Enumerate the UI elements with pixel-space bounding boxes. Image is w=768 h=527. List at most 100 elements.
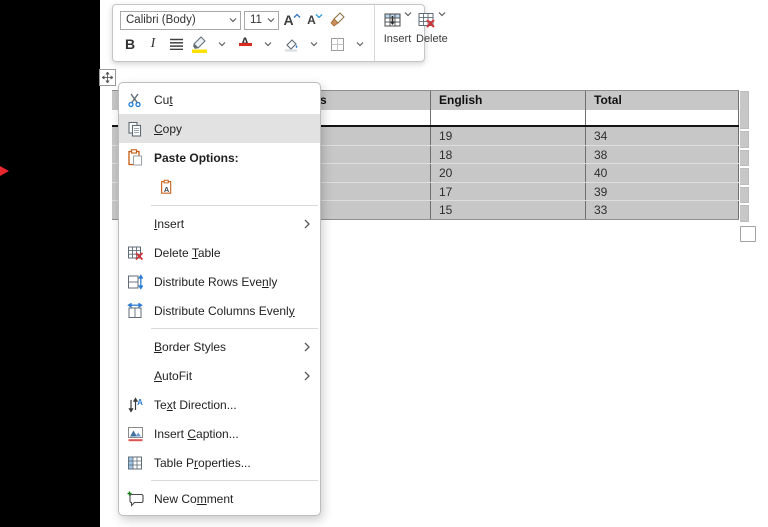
menu-item-delete-table[interactable]: Delete Table bbox=[119, 238, 320, 267]
shrink-font-button[interactable]: A bbox=[305, 10, 325, 30]
menu-separator bbox=[151, 328, 318, 329]
font-color-button[interactable]: A bbox=[235, 34, 255, 54]
menu-item-copy[interactable]: Copy bbox=[119, 114, 320, 143]
clipboard-keep-text-icon: A bbox=[161, 179, 172, 194]
empty-cell[interactable] bbox=[430, 110, 585, 125]
italic-button[interactable]: I bbox=[143, 34, 163, 54]
new-comment-icon bbox=[125, 491, 145, 507]
header-cell-total[interactable]: Total bbox=[585, 91, 739, 110]
shading-button[interactable] bbox=[281, 34, 301, 54]
menu-label: Copy bbox=[154, 121, 183, 136]
format-painter-icon bbox=[330, 12, 345, 27]
text-direction-icon: A bbox=[125, 396, 145, 413]
submenu-chevron-icon bbox=[304, 219, 310, 229]
cell-english[interactable]: 18 bbox=[430, 145, 585, 163]
menu-label: New Comment bbox=[154, 491, 234, 506]
word-document-canvas: s English Total 19 34 18 38 20 40 17 39 bbox=[0, 0, 768, 527]
menu-label: Delete Table bbox=[154, 245, 221, 260]
red-annotation-arrow bbox=[0, 166, 9, 176]
table-context-menu: Cut Copy Paste Options: A Insert Delete … bbox=[118, 82, 321, 516]
menu-item-autofit[interactable]: AutoFit bbox=[119, 361, 320, 390]
cell-english[interactable]: 17 bbox=[430, 182, 585, 200]
delete-button[interactable]: Delete bbox=[416, 11, 448, 58]
mini-formatting-toolbar: Calibri (Body) 11 A A B I A Insert Delet… bbox=[112, 4, 448, 62]
delete-table-icon bbox=[418, 13, 436, 28]
font-color-bar bbox=[238, 42, 252, 47]
cell-english[interactable]: 19 bbox=[430, 127, 585, 145]
cell-total[interactable]: 33 bbox=[585, 201, 739, 219]
cell-total[interactable]: 40 bbox=[585, 164, 739, 182]
menu-item-paste-options: Paste Options: bbox=[119, 143, 320, 172]
menu-item-text-direction[interactable]: A Text Direction... bbox=[119, 390, 320, 419]
menu-item-distribute-rows[interactable]: Distribute Rows Evenly bbox=[119, 267, 320, 296]
chevron-down-icon bbox=[218, 42, 226, 47]
empty-cell[interactable] bbox=[585, 110, 739, 125]
menu-item-insert-caption[interactable]: Insert Caption... bbox=[119, 419, 320, 448]
menu-label: AutoFit bbox=[154, 368, 193, 383]
cell-total[interactable]: 39 bbox=[585, 182, 739, 200]
cell-total[interactable]: 38 bbox=[585, 145, 739, 163]
font-name-combobox[interactable]: Calibri (Body) bbox=[120, 10, 241, 30]
end-mark bbox=[740, 205, 749, 222]
distribute-columns-icon bbox=[125, 302, 145, 319]
cell-english[interactable]: 20 bbox=[430, 164, 585, 182]
cell-english[interactable]: 15 bbox=[430, 201, 585, 219]
menu-item-insert[interactable]: Insert bbox=[119, 209, 320, 238]
paste-keep-text-only-button[interactable]: A bbox=[154, 174, 180, 200]
menu-separator bbox=[151, 480, 318, 481]
svg-text:A: A bbox=[137, 398, 143, 407]
delete-table-icon bbox=[125, 245, 145, 261]
end-mark bbox=[740, 131, 749, 148]
end-mark bbox=[740, 91, 749, 129]
black-letterbox-left bbox=[0, 0, 100, 527]
bold-button[interactable]: B bbox=[120, 34, 140, 54]
insert-button[interactable]: Insert bbox=[383, 11, 412, 58]
chevron-down-icon bbox=[310, 42, 318, 47]
menu-item-new-comment[interactable]: New Comment bbox=[119, 484, 320, 513]
font-group: Calibri (Body) 11 A A B I A bbox=[113, 5, 375, 61]
insert-table-icon bbox=[384, 13, 401, 27]
menu-label: Insert bbox=[154, 216, 185, 231]
table-properties-icon bbox=[125, 455, 145, 471]
borders-dropdown[interactable] bbox=[350, 34, 370, 54]
insert-caption-icon bbox=[125, 426, 145, 442]
shading-dropdown[interactable] bbox=[304, 34, 324, 54]
menu-label: Cut bbox=[154, 92, 173, 107]
menu-item-border-styles[interactable]: Border Styles bbox=[119, 332, 320, 361]
menu-label: Table Properties... bbox=[154, 455, 251, 470]
font-color-dropdown[interactable] bbox=[258, 34, 278, 54]
menu-item-distribute-columns[interactable]: Distribute Columns Evenly bbox=[119, 296, 320, 325]
chevron-down-icon bbox=[438, 12, 446, 17]
caret-up-icon bbox=[293, 13, 301, 18]
caret-down-icon bbox=[315, 14, 323, 19]
distribute-rows-icon bbox=[125, 273, 145, 290]
header-cell-english[interactable]: English bbox=[430, 91, 585, 110]
table-resize-handle[interactable] bbox=[740, 226, 756, 242]
scissors-icon bbox=[125, 92, 145, 108]
menu-item-table-properties[interactable]: Table Properties... bbox=[119, 448, 320, 477]
menu-item-cut[interactable]: Cut bbox=[119, 85, 320, 114]
font-size-combobox[interactable]: 11 bbox=[244, 10, 279, 30]
end-mark bbox=[740, 149, 749, 167]
paste-options-row: A bbox=[119, 172, 320, 202]
justify-button[interactable] bbox=[166, 34, 186, 54]
menu-label: Insert Caption... bbox=[154, 426, 239, 441]
cell-total[interactable]: 34 bbox=[585, 127, 739, 145]
menu-label: Text Direction... bbox=[154, 397, 237, 412]
table-move-handle[interactable] bbox=[99, 69, 116, 86]
format-painter-button[interactable] bbox=[328, 10, 348, 30]
submenu-chevron-icon bbox=[304, 371, 310, 381]
menu-separator bbox=[151, 205, 318, 206]
grow-font-button[interactable]: A bbox=[282, 10, 302, 30]
end-mark bbox=[740, 168, 749, 185]
chevron-down-icon bbox=[264, 42, 272, 47]
borders-button[interactable] bbox=[327, 34, 347, 54]
menu-label: Distribute Columns Evenly bbox=[154, 303, 295, 318]
text-highlight-button[interactable] bbox=[189, 34, 209, 54]
chevron-down-icon bbox=[267, 18, 275, 23]
submenu-chevron-icon bbox=[304, 342, 310, 352]
chevron-down-icon bbox=[229, 18, 237, 23]
highlight-dropdown[interactable] bbox=[212, 34, 232, 54]
menu-label: Border Styles bbox=[154, 339, 227, 354]
chevron-down-icon bbox=[404, 12, 412, 17]
